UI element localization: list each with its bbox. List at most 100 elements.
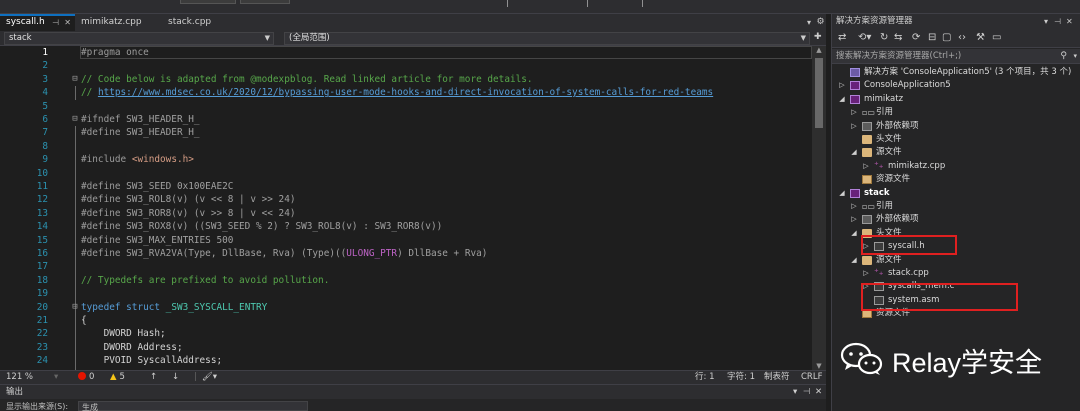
code-line[interactable]: 4 // https://www.mdsec.co.uk/2020/12/bypa… bbox=[0, 86, 812, 99]
collapsed-chevron-icon[interactable]: ▷ bbox=[838, 79, 846, 92]
member-dropdown[interactable]: (全局范围) ▼ bbox=[284, 32, 810, 45]
arrow-up-icon[interactable]: ↑ bbox=[150, 371, 157, 384]
vertical-scrollbar[interactable]: ▲ ▼ bbox=[812, 46, 826, 370]
tree-item[interactable]: ▷ ConsoleApplication5 bbox=[832, 79, 1080, 92]
toolbar-glyph-icon[interactable]: │ bbox=[585, 0, 590, 7]
refresh-icon[interactable]: ⟳ bbox=[912, 32, 920, 43]
gear-icon[interactable]: ⚙ bbox=[815, 14, 826, 31]
show-all-files-icon[interactable]: ▢ bbox=[942, 32, 951, 43]
back-forward-icon[interactable]: ⟲▾ bbox=[858, 32, 871, 43]
eol-indicator[interactable]: CRLF bbox=[801, 371, 822, 384]
expanded-chevron-icon[interactable]: ◢ bbox=[838, 187, 846, 200]
code-line[interactable]: 21 { bbox=[0, 314, 812, 327]
expanded-chevron-icon[interactable]: ◢ bbox=[838, 93, 846, 106]
sync-icon[interactable]: ⇆ bbox=[894, 32, 902, 43]
code-line[interactable]: 19 bbox=[0, 287, 812, 300]
tab-overflow-dropdown-icon[interactable]: ▾ bbox=[803, 14, 815, 31]
sync-icon[interactable]: ⇄ bbox=[838, 32, 846, 43]
code-line[interactable]: 6 ⊟ #ifndef SW3_HEADER_H_ bbox=[0, 113, 812, 126]
code-line[interactable]: 11 #define SW3_SEED 0x100EAE2C bbox=[0, 180, 812, 193]
close-icon[interactable]: ✕ bbox=[815, 385, 822, 399]
code-line[interactable]: 13 #define SW3_ROR8(v) (v >> 8 | v << 24) bbox=[0, 207, 812, 220]
toolbar-combo-config[interactable] bbox=[180, 0, 236, 4]
collapsed-chevron-icon[interactable]: ▷ bbox=[850, 200, 858, 213]
tree-item[interactable]: ◢ 源文件 bbox=[832, 254, 1080, 267]
zoom-level[interactable]: 121 % bbox=[6, 371, 33, 384]
error-count[interactable]: 0 bbox=[78, 371, 94, 384]
collapsed-chevron-icon[interactable]: ▷ bbox=[862, 160, 870, 173]
tab-stack-cpp[interactable]: stack.cpp bbox=[162, 14, 252, 31]
tree-item[interactable]: ▷ 外部依赖项 bbox=[832, 120, 1080, 133]
code-editor[interactable]: 1 #pragma once 2 3 ⊟// Code below is adapted… bbox=[0, 46, 826, 370]
collapse-icon[interactable]: ⊟ bbox=[70, 301, 80, 314]
pin-icon[interactable]: ⊣ bbox=[52, 16, 59, 29]
tree-item[interactable]: 资源文件 bbox=[832, 173, 1080, 186]
preview-icon[interactable]: ▭ bbox=[992, 32, 1001, 43]
code-token[interactable]: https://www.mdsec.co.uk/2020/12/bypassin… bbox=[98, 87, 713, 98]
tab-syscall-h[interactable]: syscall.h ⊣ ✕ bbox=[0, 14, 75, 31]
close-icon[interactable]: ✕ bbox=[1066, 14, 1073, 29]
pending-changes-icon[interactable]: ↻ bbox=[880, 32, 888, 43]
toolbar-glyph-icon[interactable]: │ bbox=[640, 0, 645, 7]
code-line[interactable]: 23 DWORD Address; bbox=[0, 341, 812, 354]
warning-count[interactable]: ▲ 5 bbox=[110, 371, 125, 384]
scroll-up-icon[interactable]: ▲ bbox=[812, 46, 826, 54]
expanded-chevron-icon[interactable]: ◢ bbox=[850, 254, 858, 267]
tree-item[interactable]: ▷ ▫▭ 引用 bbox=[832, 200, 1080, 213]
chevron-down-icon[interactable]: ▾ bbox=[1044, 14, 1048, 29]
search-icon[interactable]: ⚲ bbox=[1060, 49, 1067, 63]
collapse-icon[interactable]: ⊟ bbox=[70, 113, 80, 126]
code-line[interactable]: 5 bbox=[0, 100, 812, 113]
collapse-all-icon[interactable]: ⊟ bbox=[928, 32, 936, 43]
code-line[interactable]: 24 PVOID SyscallAddress; bbox=[0, 354, 812, 367]
close-icon[interactable]: ✕ bbox=[64, 16, 71, 29]
code-line[interactable]: 17 bbox=[0, 260, 812, 273]
code-line[interactable]: 1 #pragma once bbox=[0, 46, 812, 59]
code-line[interactable]: 10 bbox=[0, 167, 812, 180]
tree-item[interactable]: ◢ 源文件 bbox=[832, 146, 1080, 159]
tree-item[interactable]: ◢ stack bbox=[832, 187, 1080, 200]
scrollbar-thumb[interactable] bbox=[815, 58, 823, 128]
split-window-icon[interactable]: ✚ bbox=[814, 32, 822, 42]
collapsed-chevron-icon[interactable]: ▷ bbox=[850, 106, 858, 119]
code-icon[interactable]: ‹› bbox=[958, 32, 966, 43]
solution-search-input[interactable]: 搜索解决方案资源管理器(Ctrl+;) ⚲ ▾ bbox=[832, 49, 1080, 64]
scope-dropdown[interactable]: stack ▼ bbox=[4, 32, 274, 45]
output-source-dropdown[interactable]: 生成 bbox=[78, 401, 308, 411]
code-line[interactable]: 2 bbox=[0, 59, 812, 72]
collapsed-chevron-icon[interactable]: ▷ bbox=[850, 213, 858, 226]
pin-icon[interactable]: ⊣ bbox=[803, 385, 810, 399]
chevron-down-icon[interactable]: ▾ bbox=[54, 371, 58, 384]
collapsed-chevron-icon[interactable]: ▷ bbox=[850, 120, 858, 133]
arrow-down-icon[interactable]: ↓ bbox=[172, 371, 179, 384]
tree-item[interactable]: 解决方案 'ConsoleApplication5' (3 个项目，共 3 个) bbox=[832, 66, 1080, 79]
code-line[interactable]: 18 // Typedefs are prefixed to avoid poll… bbox=[0, 274, 812, 287]
tabs-indicator[interactable]: 制表符 bbox=[764, 371, 790, 384]
code-line[interactable]: 7 #define SW3_HEADER_H_ bbox=[0, 126, 812, 139]
tree-item[interactable]: ▷ ⁺₊ mimikatz.cpp bbox=[832, 160, 1080, 173]
tree-item[interactable]: 头文件 bbox=[832, 133, 1080, 146]
chevron-down-icon[interactable]: ▾ bbox=[793, 385, 797, 399]
toolbar-combo-platform[interactable] bbox=[240, 0, 290, 4]
pin-icon[interactable]: ⊣ bbox=[1054, 14, 1061, 29]
code-line[interactable]: 8 bbox=[0, 140, 812, 153]
code-line[interactable]: 16 #define SW3_RVA2VA(Type, DllBase, Rva)… bbox=[0, 247, 812, 260]
code-line[interactable]: 9 #include <windows.h> bbox=[0, 153, 812, 166]
tree-item[interactable]: ▷ ▫▭ 引用 bbox=[832, 106, 1080, 119]
expanded-chevron-icon[interactable]: ◢ bbox=[850, 227, 858, 240]
tree-item[interactable]: ▷ 外部依赖项 bbox=[832, 213, 1080, 226]
code-line[interactable]: 14 #define SW3_ROX8(v) ((SW3_SEED % 2) ? … bbox=[0, 220, 812, 233]
brush-icon[interactable]: 🖌▾ bbox=[202, 371, 217, 384]
code-line[interactable]: 15 #define SW3_MAX_ENTRIES 500 bbox=[0, 234, 812, 247]
collapsed-chevron-icon[interactable]: ▷ bbox=[862, 267, 870, 280]
code-line[interactable]: 3 ⊟// Code below is adapted from @modexpb… bbox=[0, 73, 812, 86]
properties-icon[interactable]: ⚒ bbox=[976, 32, 985, 43]
code-line[interactable]: 12 #define SW3_ROL8(v) (v << 8 | v >> 24) bbox=[0, 193, 812, 206]
tab-mimikatz-cpp[interactable]: mimikatz.cpp bbox=[75, 14, 167, 31]
collapse-icon[interactable]: ⊟ bbox=[70, 73, 80, 86]
scroll-down-icon[interactable]: ▼ bbox=[812, 362, 826, 370]
tree-item[interactable]: ◢ mimikatz bbox=[832, 93, 1080, 106]
code-line[interactable]: 22 DWORD Hash; bbox=[0, 327, 812, 340]
chevron-down-icon[interactable]: ▾ bbox=[1073, 49, 1077, 63]
expanded-chevron-icon[interactable]: ◢ bbox=[850, 146, 858, 159]
